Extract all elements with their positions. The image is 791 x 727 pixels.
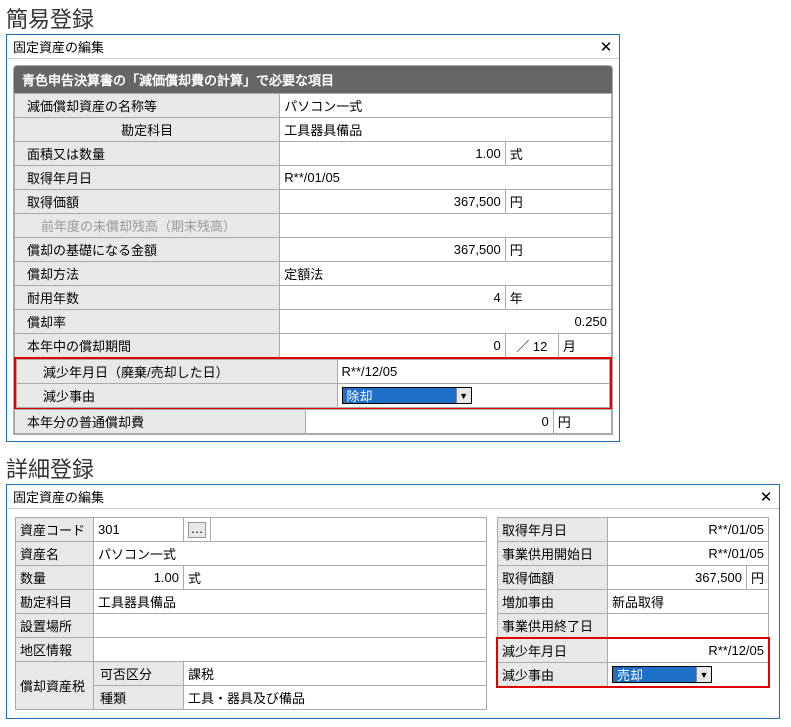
value-qty[interactable]: 1.00 (94, 566, 184, 590)
value-account[interactable]: 工具器具備品 (280, 118, 612, 142)
value-account2[interactable]: 工具器具備品 (94, 590, 487, 614)
simple-form-table: 減価償却資産の名称等 パソコン一式 勘定科目 工具器具備品 面積又は数量 1.0… (14, 93, 612, 358)
value-decrease-date[interactable]: R**/12/05 (337, 360, 609, 384)
value-ordinary[interactable]: 0 (306, 410, 554, 434)
detail-window-title: 固定資産の編集 (13, 487, 104, 506)
simple-panel: 青色申告決算書の「減価償却費の計算」で必要な項目 減価償却資産の名称等 パソコン… (13, 65, 613, 435)
label-region: 地区情報 (16, 638, 94, 662)
value-r-increase[interactable]: 新品取得 (608, 590, 769, 614)
label-tax: 償却資産税 (16, 662, 94, 710)
value-location[interactable] (94, 614, 487, 638)
label-period: 本年中の償却期間 (15, 334, 280, 358)
value-region[interactable] (94, 638, 487, 662)
value-rate[interactable]: 0.250 (280, 310, 612, 334)
simple-window: 固定資産の編集 ✕ 青色申告決算書の「減価償却費の計算」で必要な項目 減価償却資… (6, 34, 620, 442)
value-code[interactable]: 301 (94, 518, 184, 542)
label-decrease-reason: 減少事由 (17, 384, 338, 408)
value-r-acq-price[interactable]: 367,500 (608, 566, 747, 590)
label-method: 償却方法 (15, 262, 280, 286)
period-sep: ／ 12 (505, 334, 558, 358)
label-tax-allow: 可否区分 (94, 662, 184, 686)
value-type[interactable]: 工具・器具及び備品 (184, 686, 487, 710)
detail-titlebar: 固定資産の編集 ✕ (7, 485, 779, 509)
detail-left-column: 資産コード 301 … 資産名 パソコン一式 数量 1.00 式 (15, 517, 487, 710)
label-type: 種類 (94, 686, 184, 710)
label-name: 減価償却資産の名称等 (15, 94, 280, 118)
unit-ordinary: 円 (553, 410, 611, 434)
label-r-decrease-date: 減少年月日 (498, 639, 608, 663)
unit-years: 年 (505, 286, 611, 310)
detail-right-column: 取得年月日 R**/01/05 事業供用開始日 R**/01/05 取得価額 3… (497, 517, 769, 710)
label-area: 面積又は数量 (15, 142, 280, 166)
close-icon[interactable]: ✕ (595, 37, 617, 57)
value-period[interactable]: 0 (280, 334, 505, 358)
value-method[interactable]: 定額法 (280, 262, 612, 286)
decrease-group-highlight: 減少年月日（廃棄/売却した日） R**/12/05 減少事由 除却 ▼ (14, 357, 612, 410)
code-ellipsis-cell: … (184, 518, 211, 542)
chevron-down-icon[interactable]: ▼ (456, 388, 471, 403)
label-qty: 数量 (16, 566, 94, 590)
decrease-reason-value: 除却 (343, 386, 456, 405)
value-years[interactable]: 4 (280, 286, 505, 310)
unit-qty[interactable]: 式 (184, 566, 487, 590)
simple-titlebar: 固定資産の編集 ✕ (7, 35, 619, 59)
chevron-down-icon[interactable]: ▼ (696, 667, 711, 682)
unit-period: 月 (558, 334, 611, 358)
value-area[interactable]: 1.00 (280, 142, 505, 166)
label-basis: 償却の基礎になる金額 (15, 238, 280, 262)
value-asset-name[interactable]: パソコン一式 (94, 542, 487, 566)
value-acq-price[interactable]: 367,500 (280, 190, 505, 214)
label-account: 勘定科目 (15, 118, 280, 142)
label-code: 資産コード (16, 518, 94, 542)
label-r-acq-price: 取得価額 (498, 566, 608, 590)
simple-window-title: 固定資産の編集 (13, 37, 104, 56)
label-r-start-date: 事業供用開始日 (498, 542, 608, 566)
value-decrease-reason-cell: 除却 ▼ (337, 384, 609, 408)
label-account2: 勘定科目 (16, 590, 94, 614)
label-rate: 償却率 (15, 310, 280, 334)
label-r-decrease-reason: 減少事由 (498, 663, 608, 687)
value-prev-balance[interactable] (280, 214, 612, 238)
value-acq-date[interactable]: R**/01/05 (280, 166, 612, 190)
label-asset-name: 資産名 (16, 542, 94, 566)
label-decrease-date: 減少年月日（廃棄/売却した日） (17, 360, 338, 384)
label-r-increase: 増加事由 (498, 590, 608, 614)
label-r-end-date: 事業供用終了日 (498, 614, 608, 638)
ellipsis-button[interactable]: … (188, 522, 206, 538)
value-basis[interactable]: 367,500 (280, 238, 505, 262)
label-prev-balance: 前年度の未償却残高（期末残高） (15, 214, 280, 238)
unit-acq-price: 円 (505, 190, 611, 214)
detail-heading: 詳細登録 (0, 450, 791, 484)
label-years: 耐用年数 (15, 286, 280, 310)
detail-decrease-reason-dropdown[interactable]: 売却 ▼ (612, 666, 712, 683)
detail-window: 固定資産の編集 ✕ 資産コード 301 … 資産名 パソコン一式 (6, 484, 780, 719)
value-r-acq-date[interactable]: R**/01/05 (608, 518, 769, 542)
label-ordinary: 本年分の普通償却費 (15, 410, 306, 434)
label-r-acq-date: 取得年月日 (498, 518, 608, 542)
detail-decrease-highlight: 減少年月日 R**/12/05 減少事由 売却 ▼ (497, 638, 769, 687)
close-icon[interactable]: ✕ (755, 487, 777, 507)
simple-heading: 簡易登録 (0, 0, 791, 34)
unit-basis: 円 (505, 238, 611, 262)
value-r-decrease-date[interactable]: R**/12/05 (608, 639, 769, 663)
label-location: 設置場所 (16, 614, 94, 638)
simple-panel-title: 青色申告決算書の「減価償却費の計算」で必要な項目 (14, 66, 612, 93)
value-r-start-date[interactable]: R**/01/05 (608, 542, 769, 566)
value-tax-allow[interactable]: 課税 (184, 662, 487, 686)
value-r-end-date[interactable] (608, 614, 769, 638)
value-name[interactable]: パソコン一式 (280, 94, 612, 118)
detail-decrease-reason-value: 売却 (613, 665, 696, 684)
decrease-reason-dropdown[interactable]: 除却 ▼ (342, 387, 472, 404)
unit-r-acq-price: 円 (746, 566, 768, 590)
value-r-decrease-reason-cell: 売却 ▼ (608, 663, 769, 687)
unit-area[interactable]: 式 (505, 142, 611, 166)
label-acq-date: 取得年月日 (15, 166, 280, 190)
label-acq-price: 取得価額 (15, 190, 280, 214)
